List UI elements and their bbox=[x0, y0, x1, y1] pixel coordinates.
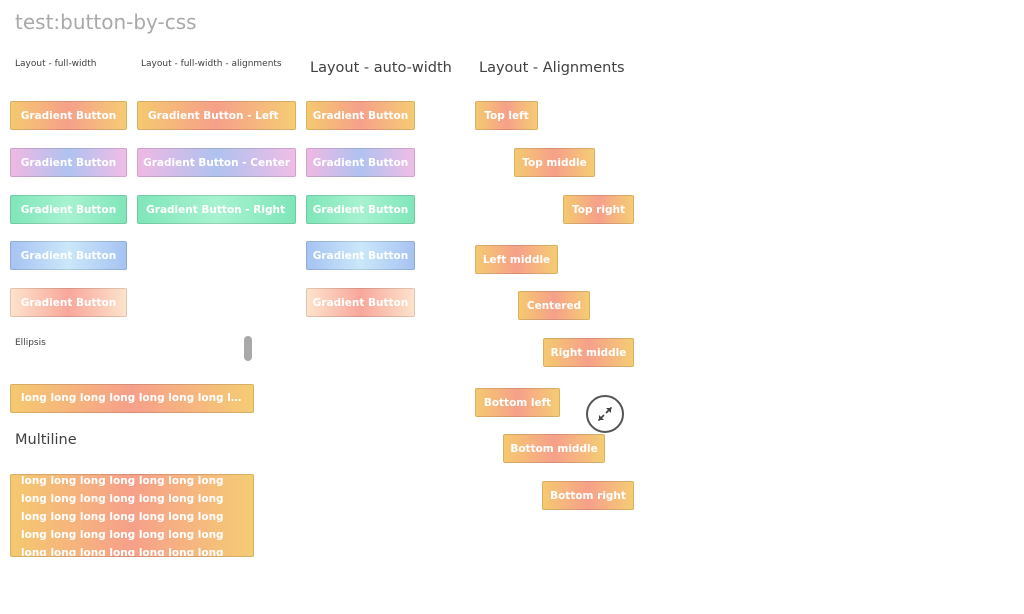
gradient-button-left[interactable]: Gradient Button - Left bbox=[137, 101, 296, 130]
button-label: Top middle bbox=[522, 156, 587, 169]
gradient-button-5[interactable]: Gradient Button bbox=[10, 288, 127, 317]
auto-width-button-4[interactable]: Gradient Button bbox=[306, 241, 415, 270]
button-label: Gradient Button bbox=[312, 156, 409, 169]
section-label-multiline: Multiline bbox=[15, 432, 77, 448]
gradient-button-1[interactable]: Gradient Button bbox=[10, 101, 127, 130]
button-label: Top left bbox=[484, 109, 529, 122]
button-label: Gradient Button bbox=[312, 203, 409, 216]
auto-width-button-1[interactable]: Gradient Button bbox=[306, 101, 415, 130]
bottom-right-button[interactable]: Bottom right bbox=[542, 481, 634, 510]
expand-arrows-icon bbox=[598, 407, 612, 421]
button-label: Bottom left bbox=[483, 396, 552, 409]
section-label-alignments: Layout - Alignments bbox=[479, 60, 625, 76]
bottom-middle-button[interactable]: Bottom middle bbox=[503, 434, 605, 463]
top-middle-button[interactable]: Top middle bbox=[514, 148, 595, 177]
auto-width-button-5[interactable]: Gradient Button bbox=[306, 288, 415, 317]
button-label: Gradient Button bbox=[312, 249, 409, 262]
button-label: Bottom middle bbox=[510, 442, 598, 455]
button-label: long long long long long long long long … bbox=[21, 392, 243, 404]
auto-width-button-2[interactable]: Gradient Button bbox=[306, 148, 415, 177]
section-label-ellipsis: Ellipsis bbox=[15, 338, 46, 348]
bottom-left-button[interactable]: Bottom left bbox=[475, 388, 560, 417]
scrollbar-thumb[interactable] bbox=[244, 336, 252, 361]
button-label: Gradient Button bbox=[312, 109, 409, 122]
button-label: Centered bbox=[526, 299, 582, 312]
button-label: Gradient Button bbox=[20, 296, 117, 309]
gradient-button-center[interactable]: Gradient Button - Center bbox=[137, 148, 296, 177]
gradient-button-4[interactable]: Gradient Button bbox=[10, 241, 127, 270]
button-label: Gradient Button - Left bbox=[148, 109, 279, 122]
top-left-button[interactable]: Top left bbox=[475, 101, 538, 130]
button-label: Gradient Button - Right bbox=[146, 203, 285, 216]
button-label: Bottom right bbox=[550, 489, 626, 502]
button-label: Top right bbox=[572, 203, 625, 216]
expand-button[interactable] bbox=[586, 395, 624, 433]
page-title: test:button-by-css bbox=[15, 10, 197, 34]
left-middle-button[interactable]: Left middle bbox=[475, 245, 558, 274]
button-label: Gradient Button bbox=[20, 249, 117, 262]
button-label: Gradient Button bbox=[312, 296, 409, 309]
section-label-full-width: Layout - full-width bbox=[15, 59, 97, 69]
gradient-button-right[interactable]: Gradient Button - Right bbox=[137, 195, 296, 224]
button-label: Gradient Button - Center bbox=[143, 156, 290, 169]
button-label: Gradient Button bbox=[20, 109, 117, 122]
button-label: Right middle bbox=[550, 346, 627, 359]
gradient-button-2[interactable]: Gradient Button bbox=[10, 148, 127, 177]
auto-width-button-3[interactable]: Gradient Button bbox=[306, 195, 415, 224]
button-label: Gradient Button bbox=[20, 203, 117, 216]
section-label-auto-width: Layout - auto-width bbox=[310, 60, 452, 76]
multiline-button[interactable]: long long long long long long long long … bbox=[10, 474, 254, 557]
top-right-button[interactable]: Top right bbox=[563, 195, 634, 224]
right-middle-button[interactable]: Right middle bbox=[543, 338, 634, 367]
ellipsis-button[interactable]: long long long long long long long long … bbox=[10, 384, 254, 413]
button-label: Gradient Button bbox=[20, 156, 117, 169]
button-label: Left middle bbox=[482, 253, 551, 266]
button-label: long long long long long long long long … bbox=[21, 475, 224, 557]
section-label-full-width-alignments: Layout - full-width - alignments bbox=[141, 59, 282, 69]
gradient-button-3[interactable]: Gradient Button bbox=[10, 195, 127, 224]
centered-button[interactable]: Centered bbox=[518, 291, 590, 320]
